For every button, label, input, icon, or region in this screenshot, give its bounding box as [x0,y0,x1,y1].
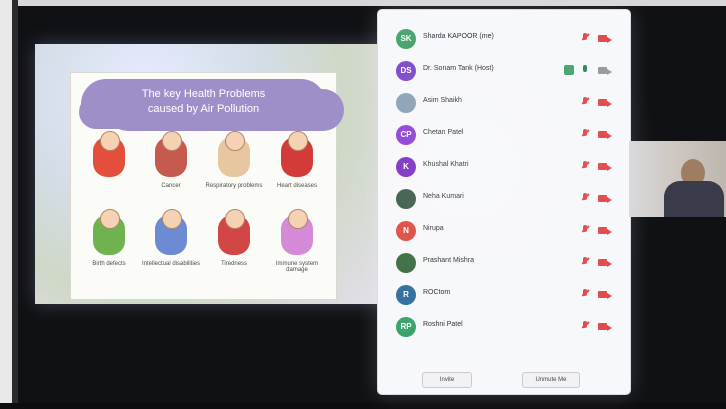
mic-muted-icon[interactable] [581,193,590,205]
problem-label: Birth defects [92,261,126,267]
participant-row[interactable]: SK Sharda KAPOOR (me) [378,26,630,54]
participants-footer: Invite Unmute Me [378,364,630,394]
cartoon-figure-icon [155,131,187,177]
problem-item: Respiratory problems [204,131,264,207]
problem-label: Heart diseases [276,183,318,189]
mic-muted-icon[interactable] [581,225,590,237]
participant-row[interactable]: Prashant Mishra [378,250,630,278]
camera-off-icon[interactable] [598,224,612,236]
cartoon-figure-icon [218,209,250,255]
slide-title: The key Health Problems caused by Air Po… [81,79,326,129]
camera-off-icon[interactable] [598,128,612,140]
participant-name: Nirupa [423,225,444,232]
avatar: CP [396,125,416,145]
camera-off-icon[interactable] [598,320,612,332]
monitor-bezel-left [0,0,18,403]
participant-row[interactable]: Asim Shaikh [378,90,630,118]
participant-name: Neha Kumari [423,193,464,200]
mic-muted-icon[interactable] [581,289,590,301]
slide-content: The key Health Problems caused by Air Po… [70,72,337,300]
slide-title-text: The key Health Problems caused by Air Po… [141,88,266,115]
problem-label: Intellectual disabilities [141,261,201,267]
avatar: K [396,157,416,177]
camera-off-icon[interactable] [598,32,612,44]
camera-off-icon[interactable] [598,256,612,268]
participants-panel: SK Sharda KAPOOR (me) DS Dr. Sonam Tank … [378,10,630,394]
participant-row[interactable]: K Khushal Khatri [378,154,630,182]
mic-muted-icon[interactable] [581,129,590,141]
problem-item [79,131,139,207]
avatar: N [396,221,416,241]
participant-row[interactable]: DS Dr. Sonam Tank (Host) [378,58,630,86]
camera-off-icon[interactable] [598,192,612,204]
problem-item: Cancer [141,131,201,207]
cartoon-figure-icon [93,209,125,255]
problem-label: Cancer [161,183,181,189]
problem-item: Birth defects [79,209,139,285]
participant-row[interactable]: RP Roshni Patel [378,314,630,342]
participant-name: Roshni Patel [423,321,463,328]
participant-row[interactable]: R ROCtom [378,282,630,310]
cartoon-figure-icon [93,131,125,177]
camera-on-icon[interactable] [598,64,612,76]
mic-muted-icon[interactable] [581,257,590,269]
problem-item: Tiredness [204,209,264,285]
participant-name: Khushal Khatri [423,161,469,168]
health-problems-grid: Cancer Respiratory problems Heart diseas… [79,131,329,290]
participant-row[interactable]: Neha Kumari [378,186,630,214]
participant-name: ROCtom [423,289,451,296]
shared-slide: The key Health Problems caused by Air Po… [35,44,407,304]
participant-name: Chetan Patel [423,129,464,136]
camera-off-icon[interactable] [598,288,612,300]
problem-item: Immune system damage [267,209,327,285]
cartoon-figure-icon [281,209,313,255]
mic-muted-icon[interactable] [581,97,590,109]
avatar [396,93,416,113]
participant-name: Dr. Sonam Tank (Host) [423,65,494,72]
mic-muted-icon[interactable] [581,33,590,45]
cartoon-figure-icon [218,131,250,177]
problem-label: Respiratory problems [205,183,263,189]
host-badge-icon [564,65,574,75]
problem-item: Heart diseases [267,131,327,207]
participant-name: Prashant Mishra [423,257,474,264]
problem-item: Intellectual disabilities [141,209,201,285]
problem-label: Tiredness [220,261,248,267]
avatar: R [396,285,416,305]
avatar: RP [396,317,416,337]
mic-muted-icon[interactable] [581,321,590,333]
camera-off-icon[interactable] [598,96,612,108]
participant-row[interactable]: CP Chetan Patel [378,122,630,150]
unmute-me-button[interactable]: Unmute Me [522,372,580,388]
cartoon-figure-icon [155,209,187,255]
mic-on-icon[interactable] [581,65,590,77]
mic-muted-icon[interactable] [581,161,590,173]
avatar [396,189,416,209]
cartoon-figure-icon [281,131,313,177]
participant-name: Asim Shaikh [423,97,462,104]
avatar: DS [396,61,416,81]
person-body [664,181,724,217]
meeting-screen: The key Health Problems caused by Air Po… [18,6,726,409]
invite-button[interactable]: Invite [422,372,472,388]
problem-label: Immune system damage [275,261,319,273]
participant-row[interactable]: N Nirupa [378,218,630,246]
avatar [396,253,416,273]
camera-off-icon[interactable] [598,160,612,172]
participant-video-tile[interactable] [629,141,726,217]
participant-name: Sharda KAPOOR (me) [423,33,494,40]
avatar: SK [396,29,416,49]
